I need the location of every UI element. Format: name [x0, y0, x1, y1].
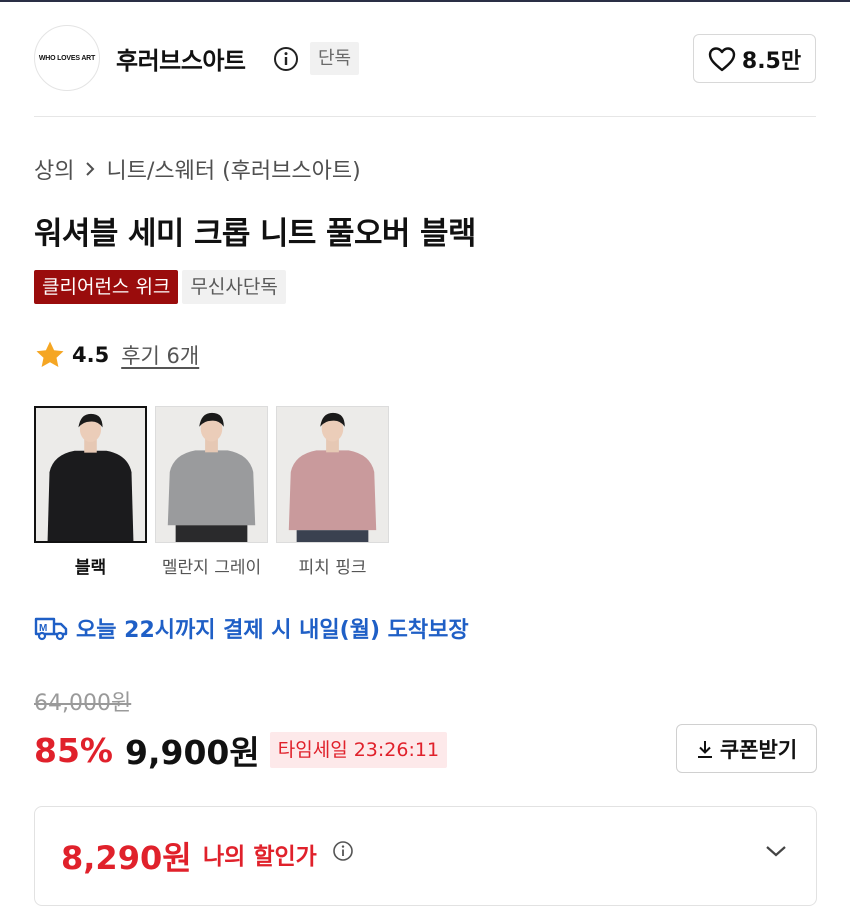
like-count: 8.5만: [741, 48, 802, 74]
delivery-truck-icon: M: [34, 617, 68, 641]
color-options: 블랙 멜란지 그레이 피치 핑크: [34, 406, 389, 578]
exclusive-tag: 무신사단독: [182, 270, 286, 304]
my-discount-panel[interactable]: 8,290원 나의 할인가: [34, 806, 817, 906]
brand-logo[interactable]: WHO LOVES ART: [34, 25, 100, 91]
color-thumbnail[interactable]: [155, 406, 268, 543]
discount-rate: 85%: [34, 730, 113, 770]
my-discount-label: 나의 할인가: [203, 844, 317, 870]
brand-header: WHO LOVES ART 후러브스아트 단독 8.5만: [34, 25, 816, 91]
color-option-black[interactable]: 블랙: [34, 406, 147, 578]
info-icon[interactable]: [332, 840, 354, 862]
header-divider: [34, 116, 816, 117]
color-label: 멜란지 그레이: [161, 558, 262, 578]
chevron-right-icon: [86, 162, 95, 176]
color-option-peach-pink[interactable]: 피치 핑크: [276, 406, 389, 578]
clearance-tag: 클리어런스 위크: [34, 270, 179, 304]
model-photo: [156, 407, 267, 542]
product-title: 워셔블 세미 크롭 니트 풀오버 블랙: [34, 216, 476, 252]
color-thumbnail[interactable]: [276, 406, 389, 543]
my-discount-price: 8,290원: [61, 839, 192, 877]
price-row: 85% 9,900원 타임세일 23:26:11: [34, 726, 448, 774]
color-label: 피치 핑크: [298, 558, 367, 578]
coupon-button[interactable]: 쿠폰받기: [676, 724, 817, 773]
color-label: 블랙: [74, 558, 107, 578]
time-sale-badge: 타임세일 23:26:11: [269, 732, 448, 768]
breadcrumb-category[interactable]: 상의: [34, 153, 74, 185]
color-thumbnail[interactable]: [34, 406, 147, 543]
breadcrumb-subcategory[interactable]: 니트/스웨터 (후러브스아트): [106, 153, 360, 185]
sale-price: 9,900원: [125, 733, 260, 772]
delivery-text: 오늘 22시까지 결제 시 내일(월) 도착보장: [76, 618, 469, 643]
star-icon: [36, 341, 64, 367]
exclusive-badge: 단독: [310, 42, 360, 75]
coupon-label: 쿠폰받기: [719, 737, 798, 762]
rating: 4.5 후기 6개: [34, 339, 199, 371]
model-photo: [277, 407, 388, 542]
info-icon[interactable]: [273, 46, 299, 72]
heart-icon: [708, 46, 736, 71]
rating-value: 4.5: [72, 343, 110, 367]
chevron-down-icon[interactable]: [764, 843, 788, 859]
breadcrumb: 상의 니트/스웨터 (후러브스아트): [34, 153, 361, 185]
review-link[interactable]: 후기 6개: [121, 340, 199, 370]
model-photo: [36, 408, 145, 541]
delivery-guarantee: M 오늘 22시까지 결제 시 내일(월) 도착보장: [34, 612, 469, 644]
download-icon: [697, 740, 712, 758]
product-tags: 클리어런스 위크 무신사단독: [34, 270, 286, 304]
brand-name[interactable]: 후러브스아트: [116, 41, 246, 76]
like-button[interactable]: 8.5만: [693, 34, 816, 83]
top-border: [0, 0, 850, 2]
color-option-melange-gray[interactable]: 멜란지 그레이: [155, 406, 268, 578]
original-price: 64,000원: [34, 691, 132, 716]
